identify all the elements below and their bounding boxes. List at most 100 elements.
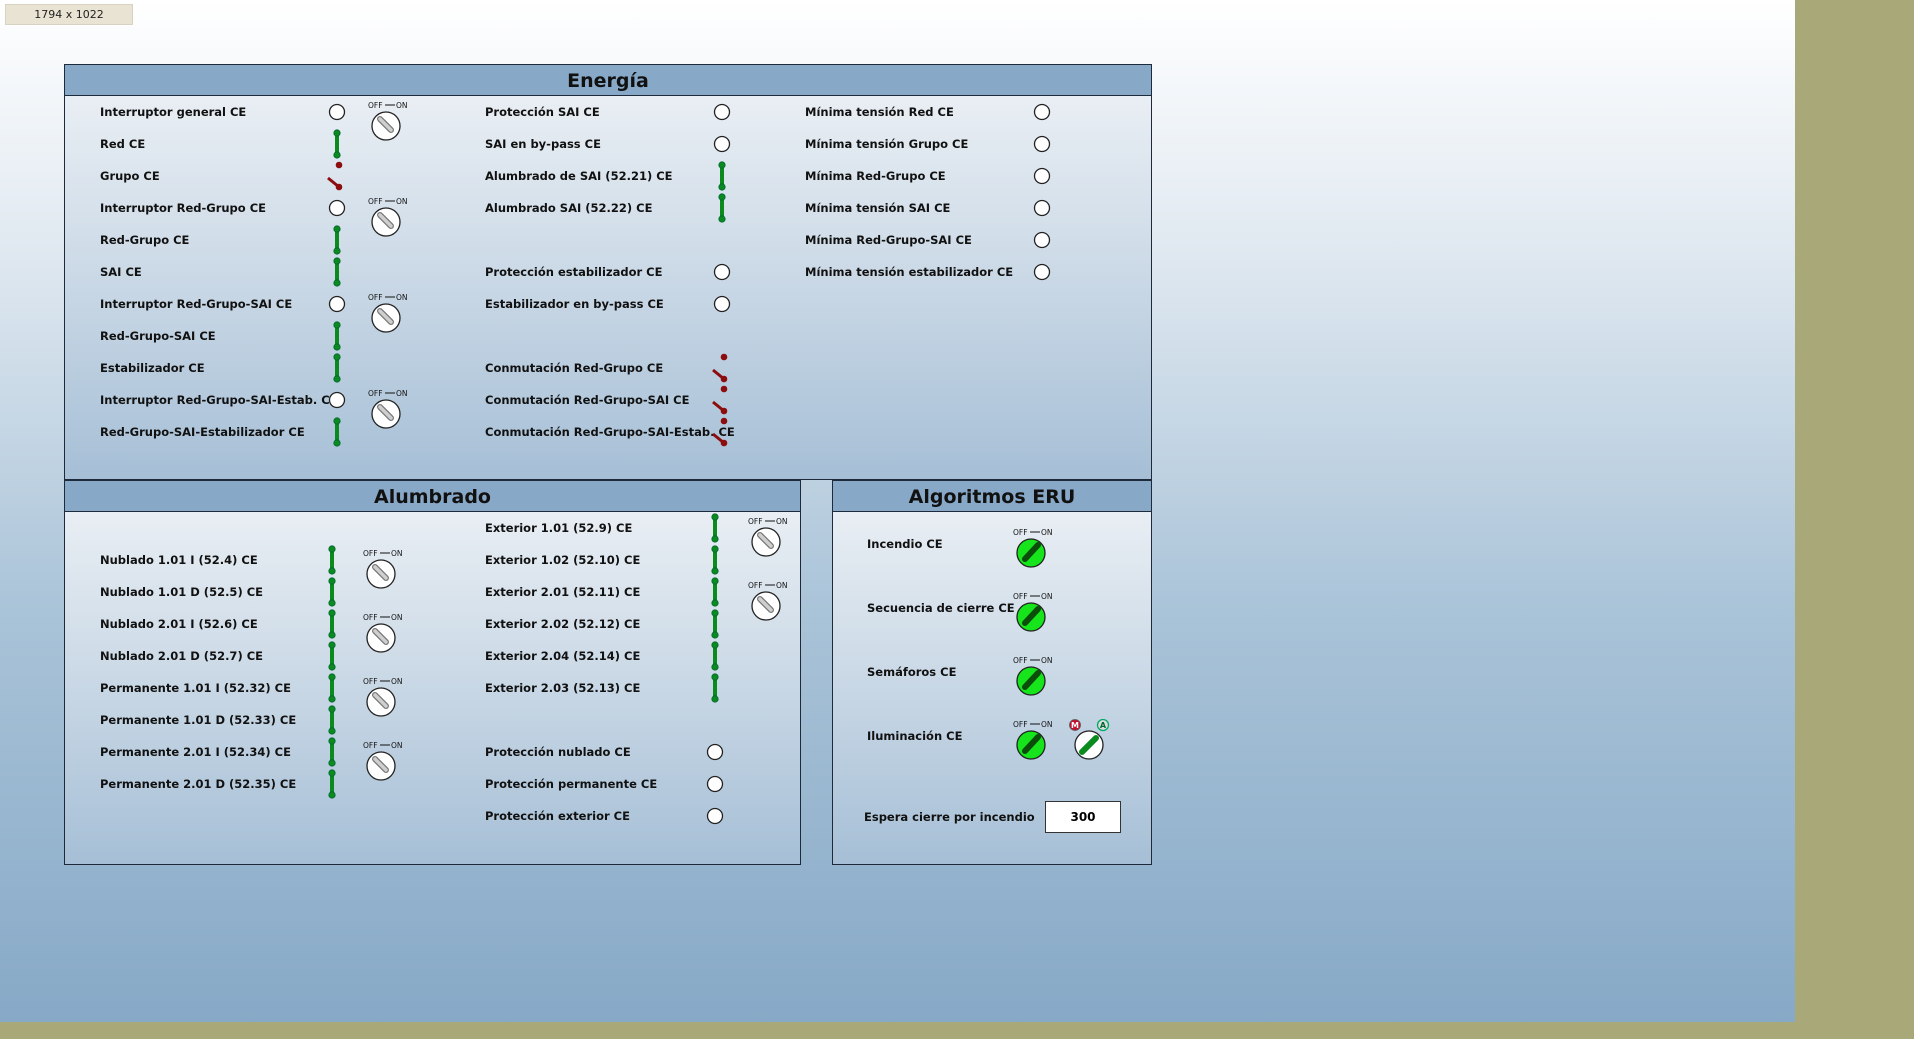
row-label: Protección nublado CE — [485, 745, 631, 759]
algorithm-on-switch[interactable]: OFF ON — [1012, 719, 1058, 761]
row-label: Protección estabilizador CE — [485, 265, 663, 279]
row-label: Mínima tensión Red CE — [805, 105, 954, 119]
svg-text:OFF: OFF — [368, 293, 383, 302]
row-label: SAI CE — [100, 265, 142, 279]
row-label: Permanente 1.01 D (52.33) CE — [100, 713, 297, 727]
status-lamp — [328, 199, 346, 217]
row-label: Conmutación Red-Grupo CE — [485, 361, 664, 375]
svg-text:ON: ON — [391, 677, 403, 686]
breaker-open-icon — [712, 353, 728, 383]
breaker-closed-icon — [328, 673, 336, 703]
algoritmos-title: Algoritmos ERU — [833, 481, 1151, 512]
off-on-selector-switch[interactable]: OFF ON — [362, 548, 408, 590]
row-label: Conmutación Red-Grupo-SAI-Estab. CE — [485, 425, 735, 439]
row-label: Estabilizador CE — [100, 361, 205, 375]
status-lamp — [706, 775, 724, 793]
breaker-closed-icon — [333, 417, 341, 447]
status-lamp — [1033, 167, 1051, 185]
resolution-badge: 1794 x 1022 — [5, 4, 133, 25]
svg-text:ON: ON — [1041, 528, 1053, 537]
breaker-closed-icon — [333, 321, 341, 351]
row-label: Exterior 2.01 (52.11) CE — [485, 585, 641, 599]
breaker-open-icon — [712, 385, 728, 415]
svg-text:OFF: OFF — [1013, 592, 1028, 601]
wait-label: Espera cierre por incendio — [864, 810, 1035, 824]
row-label: Protección permanente CE — [485, 777, 658, 791]
row-label: Exterior 1.02 (52.10) CE — [485, 553, 641, 567]
row-label: Conmutación Red-Grupo-SAI CE — [485, 393, 690, 407]
row-label: Interruptor general CE — [100, 105, 247, 119]
row-label: Permanente 2.01 D (52.35) CE — [100, 777, 297, 791]
breaker-closed-icon — [328, 705, 336, 735]
svg-text:ON: ON — [1041, 656, 1053, 665]
svg-text:ON: ON — [391, 549, 403, 558]
manual-auto-switch[interactable]: MA — [1065, 719, 1111, 761]
status-lamp — [706, 743, 724, 761]
algorithm-label: Secuencia de cierre CE — [867, 601, 1015, 615]
algorithm-on-switch[interactable]: OFF ON — [1012, 591, 1058, 633]
status-lamp — [1033, 199, 1051, 217]
wait-time-input[interactable]: 300 — [1045, 801, 1121, 833]
breaker-closed-icon — [333, 353, 341, 383]
off-on-selector-switch[interactable]: OFF ON — [367, 388, 413, 430]
status-lamp — [1033, 135, 1051, 153]
status-lamp — [1033, 103, 1051, 121]
row-label: Nublado 1.01 I (52.4) CE — [100, 553, 258, 567]
breaker-closed-icon — [711, 577, 719, 607]
row-label: Alumbrado de SAI (52.21) CE — [485, 169, 673, 183]
svg-text:ON: ON — [396, 197, 408, 206]
row-label: Red-Grupo CE — [100, 233, 190, 247]
row-label: Red-Grupo-SAI-Estabilizador CE — [100, 425, 305, 439]
svg-text:ON: ON — [776, 581, 788, 590]
svg-text:ON: ON — [1041, 720, 1053, 729]
row-label: Mínima Red-Grupo-SAI CE — [805, 233, 972, 247]
row-label: Mínima Red-Grupo CE — [805, 169, 946, 183]
status-lamp — [713, 295, 731, 313]
off-on-selector-switch[interactable]: OFF ON — [747, 580, 793, 622]
off-on-selector-switch[interactable]: OFF ON — [367, 292, 413, 334]
off-on-selector-switch[interactable]: OFF ON — [362, 740, 408, 782]
status-lamp — [706, 807, 724, 825]
off-on-selector-switch[interactable]: OFF ON — [362, 676, 408, 718]
svg-text:ON: ON — [391, 613, 403, 622]
row-label: Nublado 1.01 D (52.5) CE — [100, 585, 263, 599]
off-on-selector-switch[interactable]: OFF ON — [367, 196, 413, 238]
row-label: Protección exterior CE — [485, 809, 630, 823]
row-label: Mínima tensión estabilizador CE — [805, 265, 1014, 279]
energia-title: Energía — [65, 65, 1151, 96]
svg-text:A: A — [1100, 721, 1107, 730]
algorithm-on-switch[interactable]: OFF ON — [1012, 527, 1058, 569]
breaker-closed-icon — [328, 609, 336, 639]
off-on-selector-switch[interactable]: OFF ON — [747, 516, 793, 558]
algorithm-label: Incendio CE — [867, 537, 943, 551]
row-label: Alumbrado SAI (52.22) CE — [485, 201, 653, 215]
algorithm-on-switch[interactable]: OFF ON — [1012, 655, 1058, 697]
svg-text:OFF: OFF — [368, 389, 383, 398]
breaker-closed-icon — [328, 577, 336, 607]
row-label: Estabilizador en by-pass CE — [485, 297, 664, 311]
svg-text:OFF: OFF — [368, 101, 383, 110]
status-lamp — [1033, 231, 1051, 249]
row-label: Interruptor Red-Grupo-SAI-Estab. CE — [100, 393, 338, 407]
breaker-closed-icon — [711, 641, 719, 671]
svg-text:OFF: OFF — [363, 741, 378, 750]
svg-text:OFF: OFF — [748, 517, 763, 526]
row-label: Nublado 2.01 D (52.7) CE — [100, 649, 263, 663]
row-label: Interruptor Red-Grupo-SAI CE — [100, 297, 293, 311]
svg-text:OFF: OFF — [748, 581, 763, 590]
svg-text:M: M — [1071, 721, 1079, 730]
row-label: Exterior 2.03 (52.13) CE — [485, 681, 641, 695]
off-on-selector-switch[interactable]: OFF ON — [362, 612, 408, 654]
breaker-closed-icon — [328, 737, 336, 767]
off-on-selector-switch[interactable]: OFF ON — [367, 100, 413, 142]
breaker-closed-icon — [328, 769, 336, 799]
row-label: Red-Grupo-SAI CE — [100, 329, 216, 343]
svg-text:ON: ON — [396, 389, 408, 398]
row-label: Grupo CE — [100, 169, 160, 183]
status-lamp — [328, 295, 346, 313]
svg-text:ON: ON — [396, 101, 408, 110]
breaker-closed-icon — [711, 545, 719, 575]
row-label: Nublado 2.01 I (52.6) CE — [100, 617, 258, 631]
svg-text:OFF: OFF — [363, 677, 378, 686]
energia-panel: Energía Interruptor general CE OFF ON Red C… — [64, 64, 1152, 480]
